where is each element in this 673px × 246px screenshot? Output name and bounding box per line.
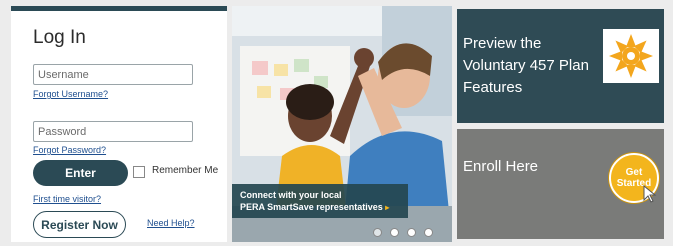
register-now-button[interactable]: Register Now — [33, 211, 126, 238]
login-panel: Log In Forgot Username? Forgot Password?… — [11, 6, 227, 242]
preview-plan-text: Preview the Voluntary 457 Plan Features — [463, 35, 589, 96]
carousel-dot-3[interactable] — [407, 228, 416, 237]
remember-me-label: Remember Me — [152, 165, 219, 176]
pera-logo — [603, 29, 659, 83]
caption-arrow-icon: ▸ — [385, 203, 390, 212]
sun-logo-icon — [609, 34, 653, 78]
forgot-password-link[interactable]: Forgot Password? — [33, 145, 106, 155]
remember-me-checkbox[interactable] — [133, 166, 145, 178]
carousel-dots — [373, 228, 433, 237]
carousel-dot-2[interactable] — [390, 228, 399, 237]
forgot-username-link[interactable]: Forgot Username? — [33, 89, 108, 99]
hero-caption[interactable]: Connect with your local PERA SmartSave r… — [232, 184, 408, 218]
pointer-cursor-icon — [643, 185, 657, 203]
enroll-here-tile[interactable]: Enroll Here Get Started — [457, 129, 664, 239]
need-help-link[interactable]: Need Help? — [147, 218, 195, 228]
enter-button[interactable]: Enter — [33, 160, 128, 186]
carousel-dot-1[interactable] — [373, 228, 382, 237]
caption-line1: Connect with your local — [240, 190, 342, 200]
preview-plan-tile[interactable]: Preview the Voluntary 457 Plan Features — [457, 9, 664, 123]
first-time-visitor-link[interactable]: First time visitor? — [33, 194, 101, 204]
hero-carousel[interactable]: Connect with your local PERA SmartSave r… — [232, 6, 452, 242]
carousel-dot-4[interactable] — [424, 228, 433, 237]
password-input[interactable] — [33, 121, 193, 142]
enroll-here-text: Enroll Here — [463, 158, 539, 175]
login-title: Log In — [33, 27, 86, 48]
username-input[interactable] — [33, 64, 193, 85]
caption-line2: PERA SmartSave representatives — [240, 202, 383, 212]
